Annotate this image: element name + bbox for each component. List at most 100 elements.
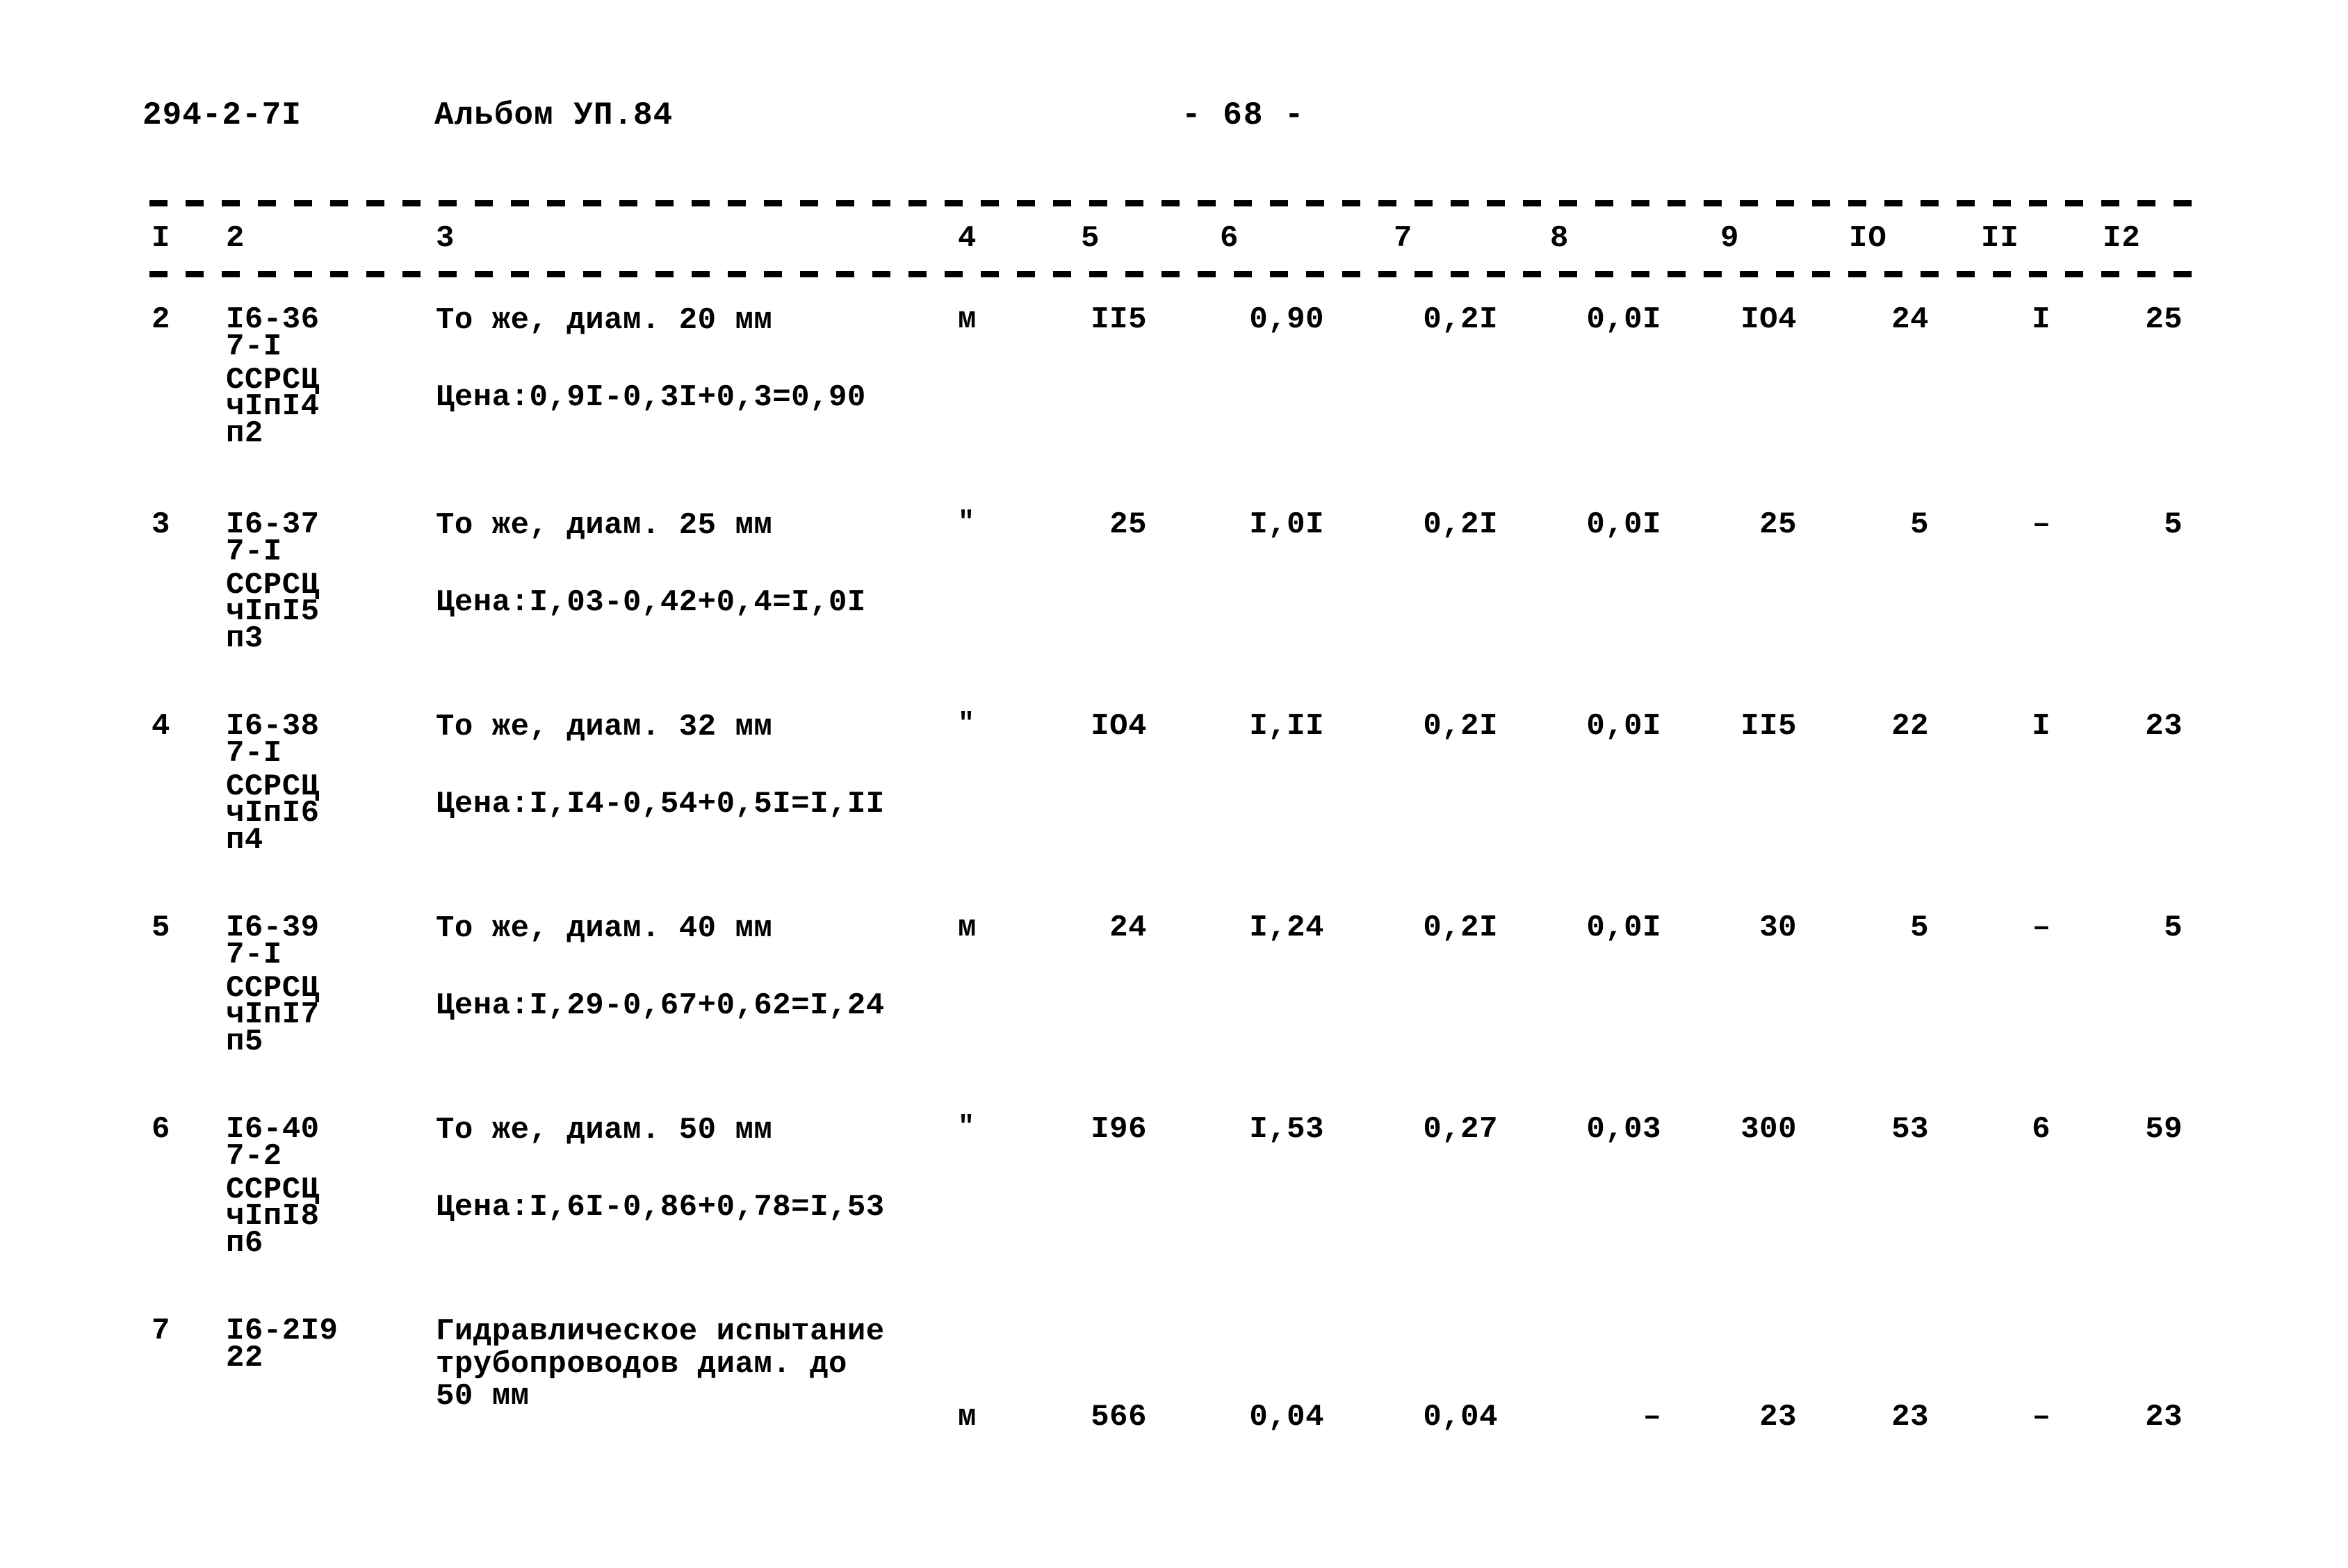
row-value-col8: 0,0I [1586, 302, 1661, 337]
row-item-number: 3 [152, 507, 170, 542]
row-value-col6: I,53 [1249, 1112, 1324, 1147]
column-header-7: 7 [1394, 221, 1413, 256]
page-header: 294-2-7I Альбом УП.84 - 68 - [0, 97, 2348, 146]
row-value-col11: I [2032, 709, 2051, 744]
row-value-col11: – [2032, 507, 2051, 542]
scanned-document-page: 294-2-7I Альбом УП.84 - 68 - I 2 3 4 5 6 7 8 9 IO… [0, 0, 2348, 1568]
row-value-col11: – [2032, 910, 2051, 945]
row-value-col10: 22 [1891, 709, 1929, 744]
table-rule-top [149, 200, 2207, 206]
description-line: То же, диам. 25 мм [436, 508, 773, 543]
row-value-col7: 0,2I [1423, 302, 1498, 337]
row-value-col6: I,0I [1249, 507, 1324, 542]
row-value-col5: I96 [1091, 1112, 1147, 1147]
row-value-col8: – [1642, 1400, 1661, 1435]
row-norm-code: I6-38 7-I ССРСЦ чIпI6 п4 [226, 711, 320, 858]
row-value-col9: 30 [1759, 910, 1797, 945]
row-value-col5: 25 [1109, 507, 1147, 542]
row-description: То же, диам. 32 мм [436, 711, 772, 744]
row-unit: м [958, 302, 977, 337]
row-value-col10: 53 [1891, 1112, 1929, 1147]
row-price-note: Цена:I,29-0,67+0,62=I,24 [436, 988, 885, 1023]
row-value-col5: IO4 [1091, 709, 1147, 744]
row-item-number: 2 [152, 302, 170, 337]
row-value-col11: – [2032, 1400, 2051, 1435]
description-line: Гидравлическое испытание [436, 1314, 885, 1349]
column-header-12: I2 [2103, 221, 2141, 256]
row-item-number: 5 [152, 910, 170, 945]
column-header-1: I [152, 221, 171, 256]
description-line: То же, диам. 32 мм [436, 710, 773, 744]
row-unit: м [958, 910, 977, 945]
row-description: То же, диам. 40 мм [436, 913, 772, 945]
norm-code-line: п2 [226, 416, 263, 451]
row-item-number: 7 [152, 1314, 170, 1348]
row-value-col6: I,II [1249, 709, 1324, 744]
norm-code-line: 7-I [226, 329, 282, 364]
norm-code-line: п4 [226, 822, 263, 858]
description-line: трубопроводов диам. до [436, 1346, 847, 1382]
row-value-col7: 0,2I [1423, 709, 1498, 744]
norm-code-line: 7-I [226, 534, 282, 569]
column-header-8: 8 [1550, 221, 1570, 256]
row-value-col12: 5 [2164, 507, 2183, 542]
column-header-3: 3 [436, 221, 455, 256]
row-description: То же, диам. 20 мм [436, 304, 772, 337]
row-item-number: 6 [152, 1112, 170, 1147]
row-value-col6: I,24 [1249, 910, 1324, 945]
row-value-col9: IO4 [1740, 302, 1797, 337]
row-unit-ditto: " [958, 507, 975, 539]
row-norm-code: I6-36 7-I ССРСЦ чIпI4 п2 [226, 304, 320, 451]
row-value-col10: 23 [1891, 1400, 1929, 1435]
column-header-4: 4 [958, 221, 977, 256]
row-norm-code: I6-2I9 22 [226, 1316, 338, 1373]
row-unit-ditto: " [958, 709, 975, 740]
row-value-col8: 0,0I [1586, 507, 1661, 542]
description-line: То же, диам. 20 мм [436, 303, 773, 338]
row-value-col12: 59 [2145, 1112, 2183, 1147]
row-value-col9: 23 [1759, 1400, 1797, 1435]
row-unit: м [958, 1400, 977, 1435]
row-value-col12: 23 [2145, 1400, 2183, 1435]
description-line: То же, диам. 50 мм [436, 1113, 773, 1148]
row-value-col7: 0,2I [1423, 910, 1498, 945]
page-number: - 68 - [1182, 97, 1305, 133]
row-value-col6: 0,04 [1249, 1400, 1324, 1435]
row-item-number: 4 [152, 709, 170, 744]
row-value-col11: I [2032, 302, 2051, 337]
row-price-note: Цена:I,03-0,42+0,4=I,0I [436, 585, 866, 620]
row-value-col12: 5 [2164, 910, 2183, 945]
row-description: То же, диам. 25 мм [436, 509, 772, 542]
norm-code-line: 7-I [226, 937, 282, 972]
row-value-col5: 24 [1109, 910, 1147, 945]
row-value-col12: 23 [2145, 709, 2183, 744]
row-value-col5: 566 [1091, 1400, 1147, 1435]
row-value-col12: 25 [2145, 302, 2183, 337]
norm-code-line: п6 [226, 1225, 263, 1261]
column-header-10: IO [1849, 221, 1887, 256]
row-value-col9: 300 [1740, 1112, 1797, 1147]
norm-code-line: п5 [226, 1024, 263, 1059]
norm-code-line: 7-I [226, 735, 282, 771]
column-header-11: II [1981, 221, 2019, 256]
row-value-col6: 0,90 [1249, 302, 1324, 337]
description-line: 50 мм [436, 1379, 530, 1414]
row-value-col7: 0,04 [1423, 1400, 1498, 1435]
row-value-col7: 0,27 [1423, 1112, 1498, 1147]
row-unit-ditto: " [958, 1112, 975, 1143]
row-value-col10: 24 [1891, 302, 1929, 337]
row-value-col5: II5 [1091, 302, 1147, 337]
description-line: То же, диам. 40 мм [436, 911, 773, 946]
column-header-6: 6 [1220, 221, 1239, 256]
column-header-2: 2 [226, 221, 245, 256]
row-price-note: Цена:I,I4-0,54+0,5I=I,II [436, 787, 885, 822]
row-value-col8: 0,03 [1586, 1112, 1661, 1147]
column-header-9: 9 [1720, 221, 1740, 256]
column-header-5: 5 [1081, 221, 1100, 256]
album-label: Альбом УП.84 [434, 97, 674, 133]
norm-code-line: 7-2 [226, 1138, 282, 1174]
row-price-note: Цена:I,6I-0,86+0,78=I,53 [436, 1190, 885, 1225]
row-value-col7: 0,2I [1423, 507, 1498, 542]
norm-code-line: 22 [226, 1340, 263, 1375]
row-value-col8: 0,0I [1586, 709, 1661, 744]
